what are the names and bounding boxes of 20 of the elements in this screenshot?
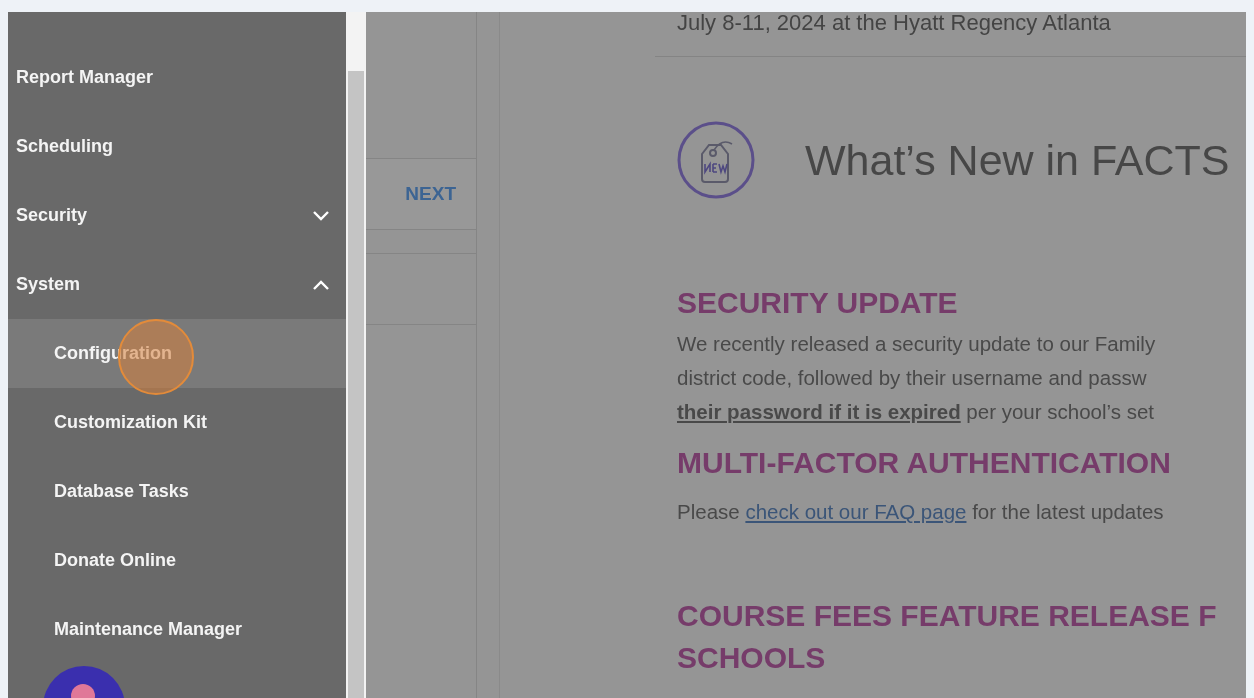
section-heading: COURSE FEES FEATURE RELEASE F SCHOOLS: [677, 598, 1218, 676]
event-date-text: July 8-11, 2024 at the Hyatt Regency Atlanta: [655, 12, 1246, 57]
paragraph: Please check out our FAQ page for the latest updates: [677, 499, 1165, 525]
sidebar-item[interactable]: Customization Kit: [8, 388, 346, 457]
page-title: What’s New in FACTS: [805, 135, 1230, 185]
sidebar-item[interactable]: Donate Online: [8, 526, 346, 595]
new-tag-icon: [677, 120, 755, 200]
sidebar-item[interactable]: Report Manager: [8, 43, 346, 112]
section-heading: SECURITY UPDATE: [677, 285, 959, 321]
sidebar-item[interactable]: Database Tasks: [8, 457, 346, 526]
chevron-down-icon[interactable]: [312, 209, 330, 222]
scrollbar-thumb[interactable]: [348, 71, 364, 698]
sidebar-item[interactable]: Maintenance Manager: [8, 595, 346, 664]
chevron-up-icon[interactable]: [312, 278, 330, 291]
faq-link[interactable]: check out our FAQ page: [745, 500, 967, 523]
sidebar-item[interactable]: Security: [8, 181, 346, 250]
sidebar-item[interactable]: System: [8, 250, 346, 319]
paragraph: We recently released a security update to our Family district code, followed by their username and passw their password if it is expired per your school’s set: [677, 331, 1157, 425]
section-heading: MULTI-FACTOR AUTHENTICATION: [677, 445, 1172, 481]
sidebar-item[interactable]: Scheduling: [8, 112, 346, 181]
